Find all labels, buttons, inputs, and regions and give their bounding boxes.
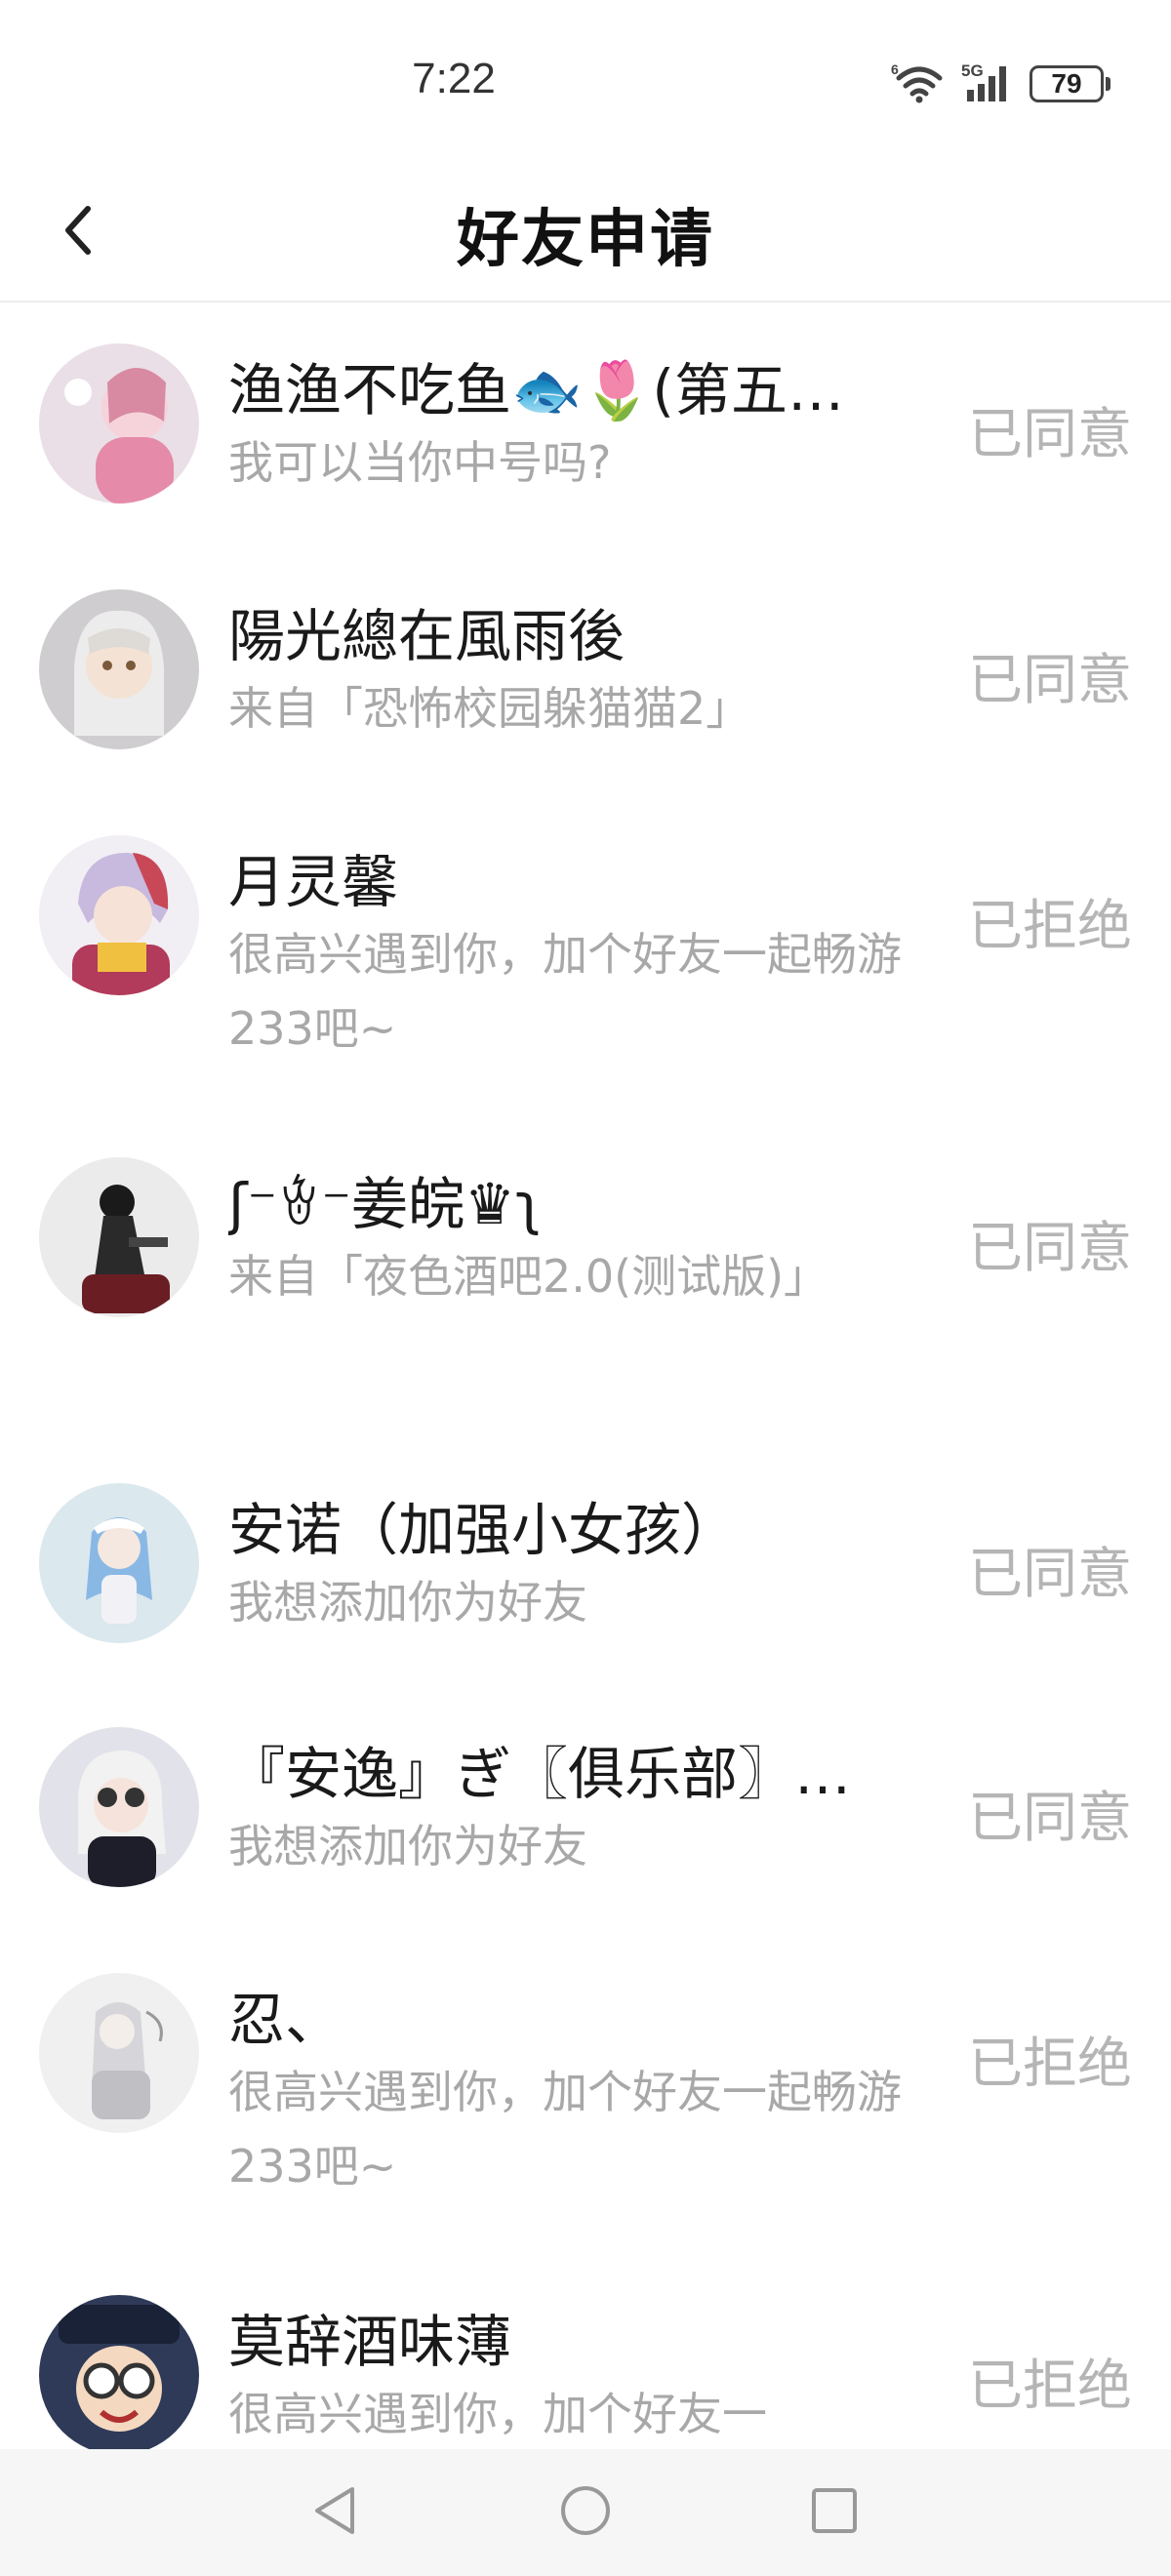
- list-item[interactable]: 月灵馨 很高兴遇到你，加个好友一起畅游233吧~ 已拒绝: [0, 794, 1171, 1116]
- list-item[interactable]: 莫辞酒味薄 很高兴遇到你，加个好友一 已拒绝: [0, 2254, 1171, 2449]
- status-label: 已拒绝: [968, 2033, 1132, 2096]
- status-bar: 7:22 6 5G 79: [0, 0, 1171, 156]
- status-label: 已同意: [968, 649, 1132, 712]
- status-label: 已拒绝: [968, 2355, 1132, 2418]
- requester-name: 月灵馨: [228, 849, 399, 915]
- status-label: 已拒绝: [968, 895, 1132, 958]
- request-message: 很高兴遇到你，加个好友一起畅游233吧~: [228, 928, 902, 1055]
- friend-request-list[interactable]: 渔渔不吃鱼🐟🌷(第五… 我可以当你中号吗? 已同意 陽光總在風雨後 来自「恐怖校…: [0, 302, 1171, 2449]
- requester-name: ʃ⁻ꄃ⁻姜皖♛ʅ: [228, 1171, 542, 1237]
- request-message: 来自「恐怖校园躲猫猫2」: [228, 682, 751, 735]
- avatar: [39, 1483, 199, 1643]
- list-item[interactable]: 忍、 很高兴遇到你，加个好友一起畅游233吧~ 已拒绝: [0, 1932, 1171, 2254]
- page-title: 好友申请: [457, 204, 714, 276]
- triangle-back-icon: [309, 2483, 360, 2542]
- signal-icon: 5G: [961, 60, 1016, 107]
- avatar: [39, 835, 199, 995]
- avatar: [39, 343, 199, 503]
- request-message: 很高兴遇到你，加个好友一起畅游233吧~: [228, 2066, 902, 2193]
- avatar: [39, 1727, 199, 1887]
- header-bar: 好友申请: [0, 156, 1171, 302]
- nav-back-button[interactable]: [301, 2478, 369, 2547]
- svg-text:6: 6: [891, 61, 899, 77]
- svg-text:5G: 5G: [961, 61, 984, 80]
- square-recents-icon: [809, 2485, 860, 2540]
- status-label: 已同意: [968, 1543, 1132, 1606]
- request-message: 我想添加你为好友: [228, 1820, 587, 1872]
- requester-name: 陽光總在風雨後: [228, 603, 626, 669]
- battery-level: 79: [1030, 65, 1104, 102]
- request-message: 很高兴遇到你，加个好友一: [228, 2388, 767, 2440]
- status-label: 已同意: [968, 1217, 1132, 1280]
- status-label: 已同意: [968, 1787, 1132, 1850]
- requester-name: 渔渔不吃鱼🐟🌷(第五…: [228, 357, 845, 423]
- nav-home-button[interactable]: [551, 2478, 620, 2547]
- avatar: [39, 2295, 199, 2449]
- avatar: [39, 589, 199, 749]
- status-icons: 6 5G 79: [891, 60, 1110, 107]
- system-nav-bar: [0, 2449, 1171, 2576]
- list-item[interactable]: ʃ⁻ꄃ⁻姜皖♛ʅ 来自「夜色酒吧2.0(测试版)」 已同意: [0, 1116, 1171, 1442]
- avatar: [39, 1157, 199, 1317]
- request-message: 来自「夜色酒吧2.0(测试版)」: [228, 1250, 829, 1303]
- list-item[interactable]: 渔渔不吃鱼🐟🌷(第五… 我可以当你中号吗? 已同意: [0, 302, 1171, 548]
- circle-home-icon: [558, 2483, 613, 2542]
- nav-recents-button[interactable]: [800, 2478, 868, 2547]
- request-message: 我想添加你为好友: [228, 1576, 587, 1629]
- status-time: 7:22: [412, 55, 496, 102]
- request-message: 我可以当你中号吗?: [228, 436, 612, 489]
- list-item[interactable]: 安诺（加强小女孩） 我想添加你为好友 已同意: [0, 1442, 1171, 1686]
- requester-name: 忍、: [228, 1987, 343, 2053]
- requester-name: 安诺（加强小女孩）: [228, 1497, 739, 1563]
- requester-name: 『安逸』ぎ〖俱乐部〗…: [228, 1741, 852, 1807]
- battery-icon: 79: [1030, 65, 1110, 102]
- wifi-icon: 6: [891, 60, 948, 107]
- requester-name: 莫辞酒味薄: [228, 2309, 512, 2375]
- list-item[interactable]: 陽光總在風雨後 来自「恐怖校园躲猫猫2」 已同意: [0, 548, 1171, 794]
- list-item[interactable]: 『安逸』ぎ〖俱乐部〗… 我想添加你为好友 已同意: [0, 1686, 1171, 1932]
- status-label: 已同意: [968, 403, 1132, 466]
- avatar: [39, 1973, 199, 2133]
